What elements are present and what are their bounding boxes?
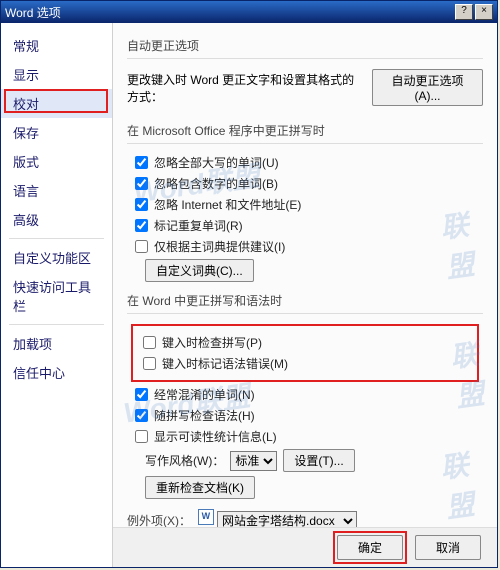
nav-customize-ribbon[interactable]: 自定义功能区: [1, 243, 112, 272]
nav-general[interactable]: 常规: [1, 31, 112, 60]
recheck-button[interactable]: 重新检查文档(K): [145, 476, 255, 499]
titlebar: Word 选项 ? ×: [1, 1, 497, 23]
chk-readability[interactable]: [135, 430, 148, 443]
nav-language[interactable]: 语言: [1, 176, 112, 205]
highlight-spell-group: 键入时检查拼写(P) 键入时标记语法错误(M): [131, 324, 479, 382]
cancel-button[interactable]: 取消: [415, 535, 481, 560]
settings-button[interactable]: 设置(T)...: [283, 449, 354, 472]
chk-flag-repeat[interactable]: [135, 219, 148, 232]
nav-save[interactable]: 保存: [1, 118, 112, 147]
nav-qat[interactable]: 快速访问工具栏: [1, 272, 112, 320]
chk-ignore-internet[interactable]: [135, 198, 148, 211]
doc-icon: [198, 509, 214, 525]
word-options-dialog: Word 选项 ? × 常规 显示 校对 保存 版式 语言 高级 自定义功能区 …: [0, 0, 498, 568]
chk-confused-words[interactable]: [135, 388, 148, 401]
ok-button[interactable]: 确定: [337, 535, 403, 560]
nav-advanced[interactable]: 高级: [1, 205, 112, 234]
section-office: 在 Microsoft Office 程序中更正拼写时: [127, 116, 483, 144]
chk-grammar-with-spell[interactable]: [135, 409, 148, 422]
nav-layout[interactable]: 版式: [1, 147, 112, 176]
window-title: Word 选项: [5, 4, 455, 21]
nav-display[interactable]: 显示: [1, 60, 112, 89]
close-button[interactable]: ×: [475, 4, 493, 20]
nav-addins[interactable]: 加载项: [1, 329, 112, 358]
autocorrect-options-button[interactable]: 自动更正选项(A)...: [372, 69, 483, 106]
chk-check-spelling[interactable]: [143, 336, 156, 349]
chk-mark-grammar[interactable]: [143, 357, 156, 370]
help-button[interactable]: ?: [455, 4, 473, 20]
content-pane: 自动更正选项 更改键入时 Word 更正文字和设置其格式的方式： 自动更正选项(…: [113, 23, 497, 567]
writing-style-select[interactable]: 标准: [230, 451, 277, 471]
section-word: 在 Word 中更正拼写和语法时: [127, 286, 483, 314]
nav-trust[interactable]: 信任中心: [1, 358, 112, 387]
chk-ignore-numbers[interactable]: [135, 177, 148, 190]
exception-doc-select[interactable]: 网站金字塔结构.docx: [217, 511, 357, 527]
chk-main-dict-only[interactable]: [135, 240, 148, 253]
dialog-footer: 确定 取消: [113, 527, 497, 567]
writing-style-label: 写作风格(W)：: [145, 452, 224, 469]
chk-ignore-uppercase[interactable]: [135, 156, 148, 169]
sidebar: 常规 显示 校对 保存 版式 语言 高级 自定义功能区 快速访问工具栏 加载项 …: [1, 23, 113, 567]
section-autocorrect: 自动更正选项: [127, 31, 483, 59]
custom-dict-button[interactable]: 自定义词典(C)...: [145, 259, 254, 282]
nav-proofing[interactable]: 校对: [1, 89, 112, 118]
autocorrect-text: 更改键入时 Word 更正文字和设置其格式的方式：: [127, 71, 366, 105]
section-exceptions: 例外项(X)： 网站金字塔结构.docx: [127, 503, 483, 527]
scroll-area[interactable]: 自动更正选项 更改键入时 Word 更正文字和设置其格式的方式： 自动更正选项(…: [113, 23, 497, 527]
